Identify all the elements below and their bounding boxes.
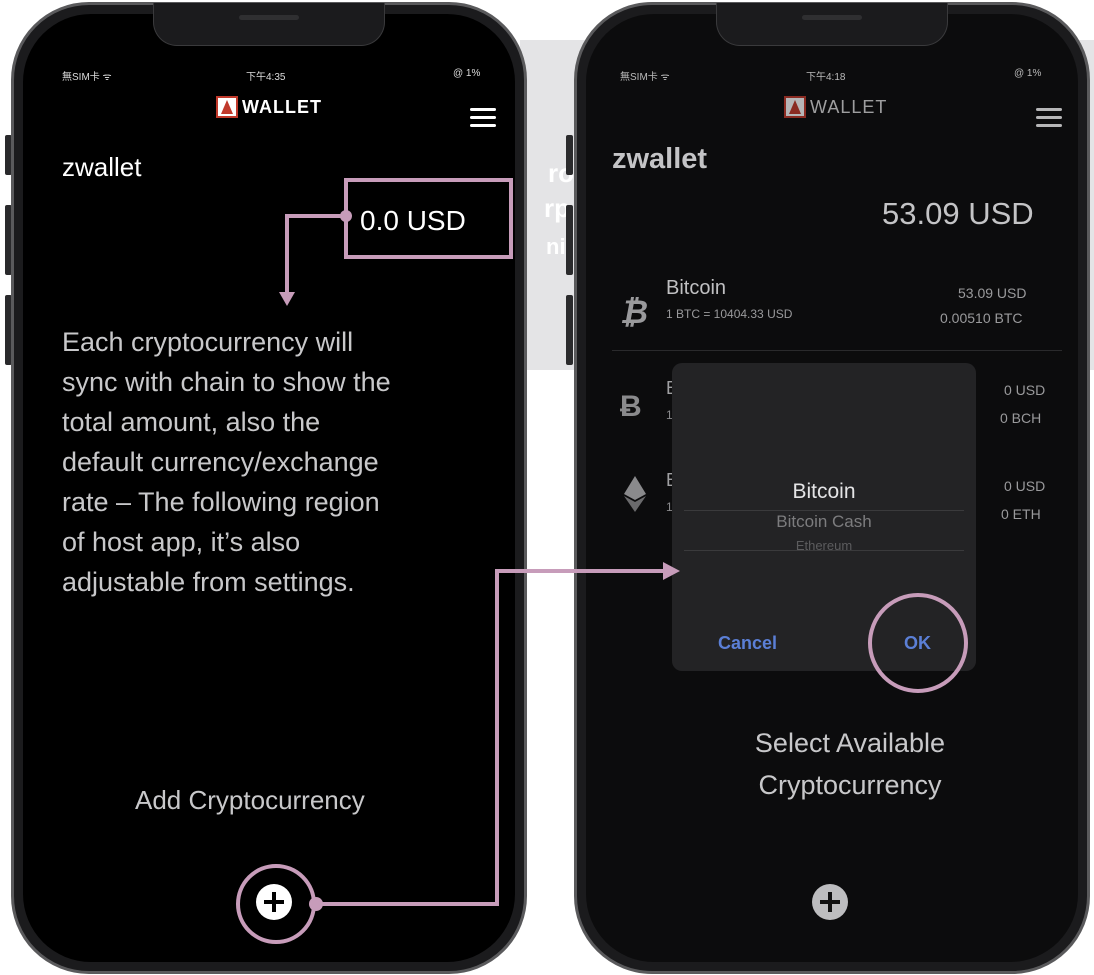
annotation-overlay bbox=[236, 178, 968, 944]
annotation-arrowhead bbox=[279, 292, 295, 306]
ok-button-highlight-circle bbox=[868, 593, 968, 693]
annotation-connector bbox=[285, 214, 346, 292]
add-button-highlight-circle bbox=[236, 864, 316, 944]
annotation-connector bbox=[316, 569, 667, 906]
annotation-arrowhead bbox=[663, 562, 680, 580]
balance-highlight-box bbox=[344, 178, 513, 259]
